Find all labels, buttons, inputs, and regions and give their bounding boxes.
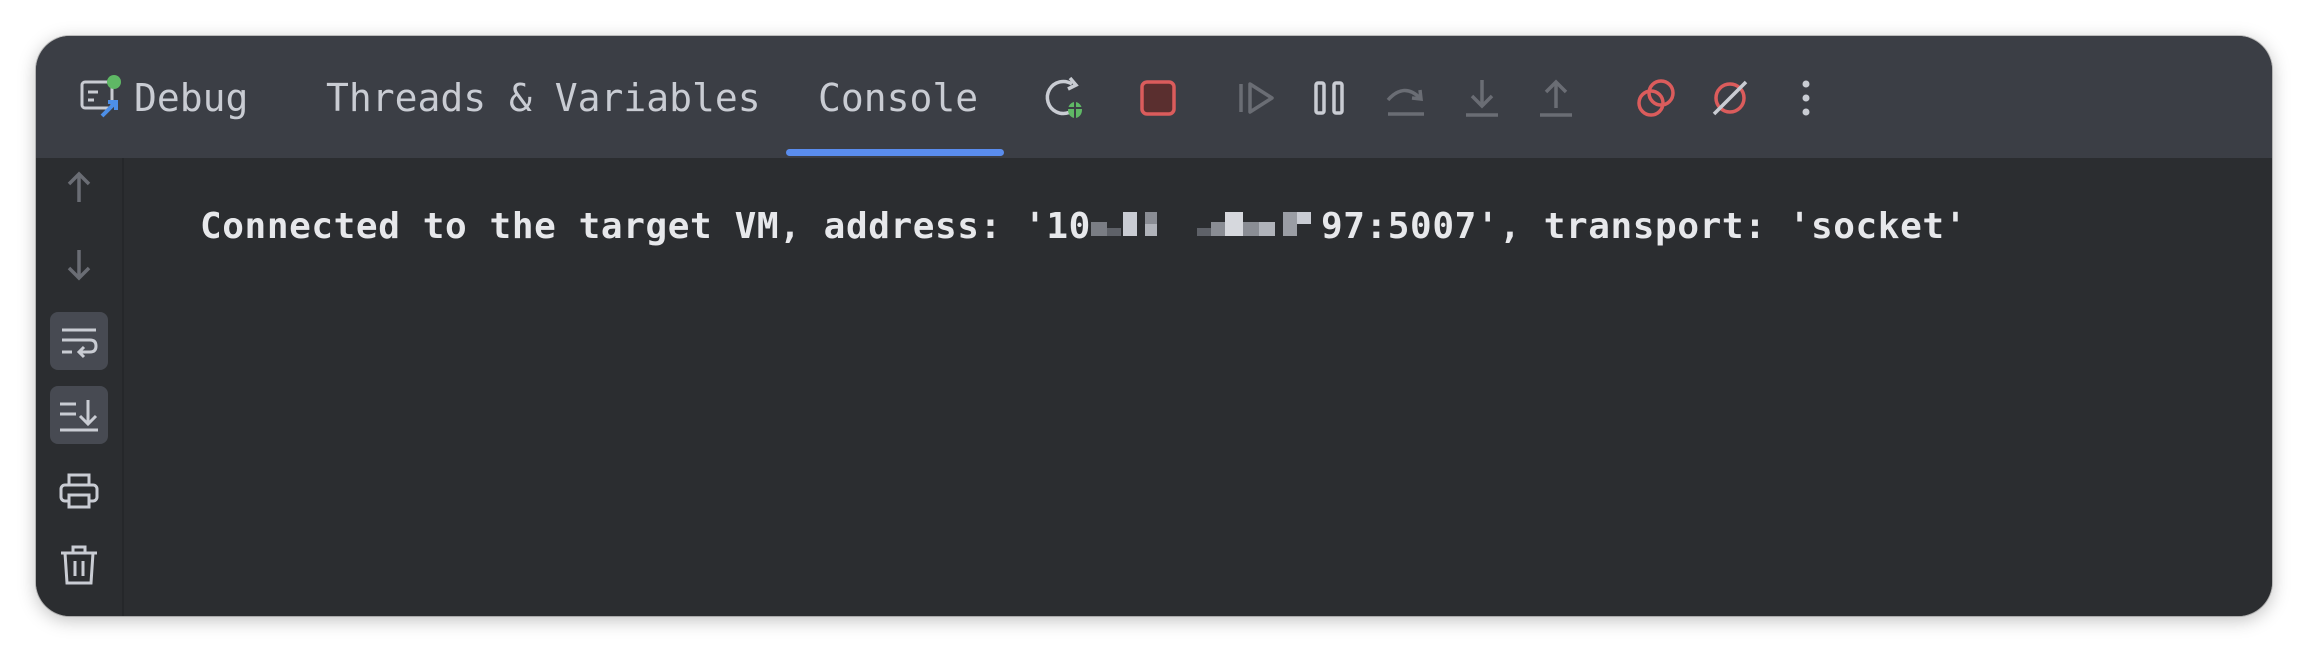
console-line-prefix: Connected to the target VM, address: '10	[200, 206, 1091, 247]
arrow-down-icon	[67, 250, 91, 281]
debug-toolbar: Debug Threads & Variables Console	[36, 36, 2272, 158]
view-breakpoints-icon	[1637, 79, 1675, 117]
step-out-button[interactable]	[1532, 74, 1580, 122]
step-over-button[interactable]	[1382, 74, 1430, 122]
step-over-icon	[1386, 88, 1424, 116]
pause-button[interactable]	[1306, 74, 1354, 122]
redacted-address-block	[1090, 212, 1243, 236]
clear-all-button[interactable]	[50, 536, 108, 594]
stop-button[interactable]	[1134, 74, 1182, 122]
mute-breakpoints-button[interactable]	[1706, 74, 1754, 122]
pause-icon	[1314, 81, 1344, 115]
stop-icon	[1140, 80, 1176, 116]
redacted-address-block-2	[1242, 212, 1311, 236]
console-sidebar	[36, 158, 124, 616]
view-breakpoints-button[interactable]	[1632, 74, 1680, 122]
arrow-up-icon	[67, 171, 91, 202]
soft-wrap-icon	[62, 328, 98, 359]
console-line-suffix: 97:5007', transport: 'socket'	[1320, 206, 1967, 247]
active-tab-indicator	[786, 149, 1004, 156]
mute-breakpoints-icon	[1712, 80, 1748, 116]
tab-console[interactable]: Console	[818, 72, 978, 124]
step-into-button[interactable]	[1458, 74, 1506, 122]
step-out-icon	[1540, 79, 1572, 117]
debug-tool-window: Debug Threads & Variables Console Connec…	[36, 36, 2272, 616]
more-vertical-icon	[1802, 80, 1810, 116]
print-icon	[59, 473, 99, 509]
previous-occurrence-button[interactable]	[50, 158, 108, 216]
resume-icon	[1239, 82, 1274, 114]
print-button[interactable]	[50, 462, 108, 520]
rerun-debug-button[interactable]	[1042, 74, 1090, 122]
debug-title-label: Debug	[134, 76, 249, 120]
resume-button[interactable]	[1232, 74, 1280, 122]
more-options-button[interactable]	[1782, 74, 1830, 122]
console-line: Connected to the target VM, address: '10…	[200, 206, 1967, 247]
debug-title[interactable]: Debug	[76, 72, 248, 124]
scroll-to-end-button[interactable]	[50, 386, 108, 444]
rerun-debug-icon	[1045, 76, 1084, 118]
step-into-icon	[1466, 80, 1498, 117]
console-output[interactable]: Connected to the target VM, address: '10…	[124, 158, 2272, 616]
tab-threads-variables[interactable]: Threads & Variables	[326, 72, 761, 124]
debug-window-icon	[80, 75, 121, 118]
trash-icon	[61, 545, 97, 585]
next-occurrence-button[interactable]	[50, 236, 108, 294]
soft-wrap-button[interactable]	[50, 312, 108, 370]
scroll-to-end-icon	[60, 400, 98, 432]
